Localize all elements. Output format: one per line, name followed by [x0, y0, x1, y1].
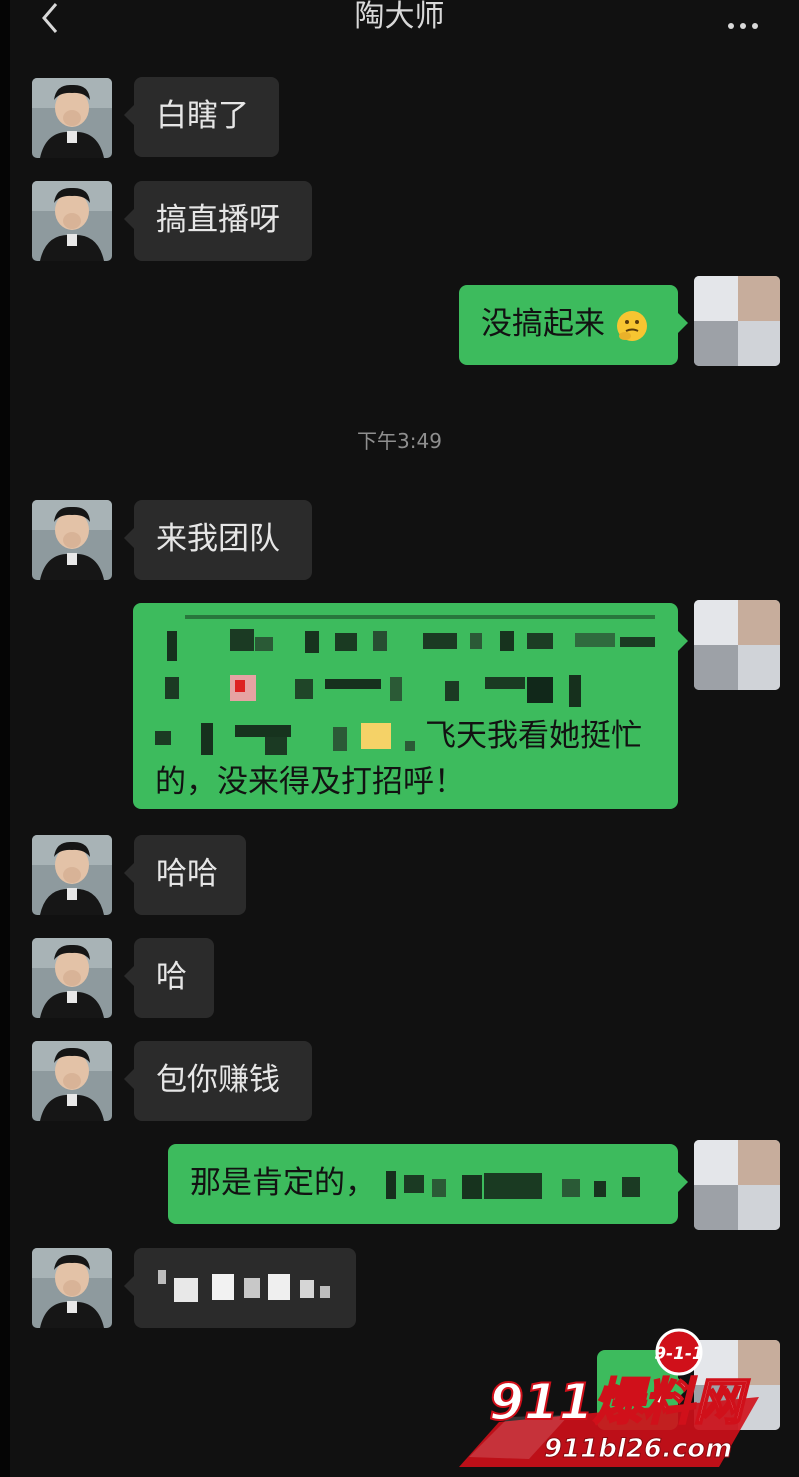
pixelated-redaction [158, 1270, 330, 1302]
message-text: 那是肯定的， [190, 1165, 376, 1201]
message-bubble-incoming[interactable]: 哈 [124, 938, 214, 1018]
message-bubble-incoming[interactable]: 来我团队 [124, 500, 312, 580]
watermark-badge: 9-1-1 [654, 1344, 704, 1364]
more-dots-icon[interactable] [725, 14, 765, 29]
pixelated-redaction [155, 722, 415, 755]
avatar-me[interactable] [694, 1140, 780, 1230]
watermark-logo: 9-1-1 911爆料网 911bl26.com [459, 1328, 759, 1467]
message-text: 没搞起来 [481, 306, 605, 342]
watermark-url: 911bl26.com [544, 1434, 732, 1464]
message-text: 哈 [156, 959, 187, 995]
message-text: 搞直播呀 [156, 202, 280, 238]
message-text: 的，没来得及打招呼！ [155, 764, 465, 800]
avatar[interactable] [32, 78, 112, 158]
message-text: 飞天我看她挺忙 [425, 718, 642, 754]
message-text: 包你赚钱 [156, 1062, 280, 1098]
watermark-brand: 911爆料网 [489, 1373, 750, 1431]
message-bubble-incoming[interactable] [124, 1248, 356, 1328]
message-bubble-incoming[interactable]: 包你赚钱 [124, 1041, 312, 1121]
avatar[interactable] [32, 835, 112, 915]
pixelated-redaction [165, 615, 655, 707]
avatar[interactable] [32, 1248, 112, 1328]
message-text: 哈哈 [156, 856, 218, 892]
chat-title: 陶大师 [354, 0, 445, 34]
timestamp: 下午3:49 [357, 429, 442, 453]
avatar[interactable] [32, 1041, 112, 1121]
chat-header: 陶大师 [0, 0, 799, 40]
message-bubble-incoming[interactable]: 哈哈 [124, 835, 246, 915]
avatar-me[interactable] [694, 276, 780, 366]
message-text: 来我团队 [156, 521, 280, 557]
avatar[interactable] [32, 938, 112, 1018]
message-text: 白瞎了 [156, 98, 249, 134]
pixelated-redaction [385, 1170, 640, 1199]
message-bubble-incoming[interactable]: 搞直播呀 [124, 181, 312, 261]
message-bubble-incoming[interactable]: 白瞎了 [124, 77, 279, 157]
avatar[interactable] [32, 500, 112, 580]
message-bubble-outgoing[interactable]: 那是肯定的， [168, 1144, 688, 1224]
screen-edge [0, 0, 10, 1477]
thinking-face-emoji-icon [616, 310, 647, 341]
avatar[interactable] [32, 181, 112, 261]
message-bubble-outgoing[interactable]: 飞天我看她挺忙 的，没来得及打招呼！ [133, 603, 688, 809]
avatar-me[interactable] [694, 600, 780, 690]
message-bubble-outgoing[interactable]: 没搞起来 [459, 285, 688, 365]
